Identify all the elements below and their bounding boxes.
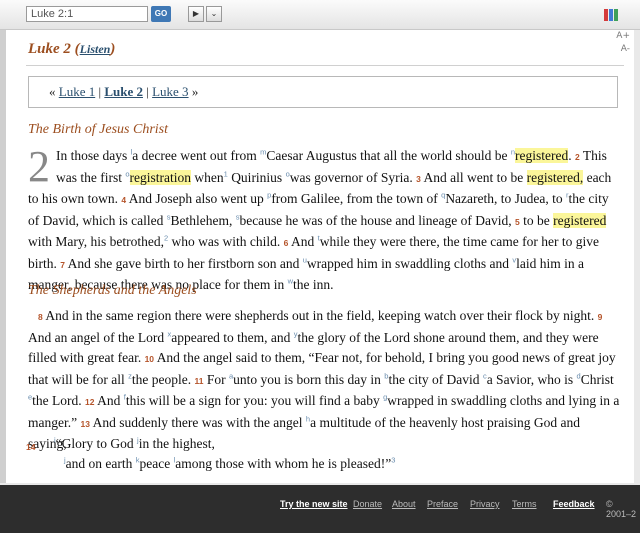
chapter-navigation: « Luke 1 | Luke 2 | Luke 3 » xyxy=(28,76,618,108)
passage-title-text: Luke 2 xyxy=(28,41,71,57)
scripture-text: » xyxy=(191,84,199,99)
search-highlight: registration xyxy=(129,169,192,185)
verse-number: 12 xyxy=(85,397,95,407)
scripture-text: For xyxy=(206,371,229,387)
paragraph-1: 2 In those days la decree went out from … xyxy=(28,142,620,296)
scripture-text: because he was of the house and lineage … xyxy=(239,212,512,228)
footer-link-preface[interactable]: Preface xyxy=(427,499,458,509)
footer-link-about[interactable]: About xyxy=(392,499,416,509)
verse-number: 5 xyxy=(514,216,520,227)
poem-verse-14: 14 i“Glory to God jin the highest, jand … xyxy=(26,434,620,474)
scripture-text: “Glory to God xyxy=(55,436,138,451)
scripture-text: Nazareth, to Judea, to xyxy=(445,191,567,206)
scripture-text: Caesar Augustus that all the world shoul… xyxy=(266,148,511,163)
search-highlight: registered xyxy=(515,148,569,163)
scripture-text: And Joseph also went up xyxy=(128,191,268,206)
scripture-text: Bethlehem, xyxy=(170,212,236,228)
verse-number: 3 xyxy=(416,173,421,184)
divider xyxy=(26,65,624,66)
scripture-text: who was with child. xyxy=(168,234,281,249)
scripture-text: And suddenly there was with the angel xyxy=(92,414,306,430)
scripture-text: in the highest, xyxy=(138,436,215,451)
verse-number: 8 xyxy=(38,312,43,322)
listen-link[interactable]: Listen xyxy=(80,42,111,56)
paragraph-2: 8 And in the same region there were shep… xyxy=(28,306,620,455)
current-chapter-link[interactable]: Luke 2 xyxy=(104,84,143,99)
chevron-down-icon[interactable]: ⌄ xyxy=(206,6,222,22)
scripture-text: the Lord. xyxy=(32,393,82,408)
play-icon[interactable]: ▶ xyxy=(188,6,204,22)
section-heading-shepherds: The Shepherds and the Angels xyxy=(28,283,197,298)
scripture-text: with Mary, his betrothed, xyxy=(28,234,164,249)
next-chapter-link[interactable]: Luke 3 xyxy=(152,84,188,99)
scripture-text: . xyxy=(568,148,572,163)
scripture-text: And xyxy=(97,393,124,408)
verse-number: 13 xyxy=(80,418,90,429)
scripture-text: the inn. xyxy=(293,277,334,292)
scripture-text: Quirinius xyxy=(227,169,286,185)
scripture-text: among those with whom he is pleased!” xyxy=(175,456,392,471)
scripture-text: wrapped him in swaddling cloths and xyxy=(306,255,513,271)
bookmark-flags-icon[interactable] xyxy=(604,8,619,22)
verse-number: 7 xyxy=(60,259,65,270)
chapter-number: 2 xyxy=(28,142,50,191)
scripture-text: And an angel of the Lord xyxy=(28,329,168,345)
scripture-text: from Galilee, from the town of xyxy=(271,191,442,206)
footer-link-terms[interactable]: Terms xyxy=(512,499,537,509)
prev-chapter-link[interactable]: Luke 1 xyxy=(59,84,95,99)
scripture-text: to be xyxy=(523,212,554,228)
toolbar: GO ▶ ⌄ xyxy=(0,0,640,30)
scripture-text: a decree went out from xyxy=(132,148,261,163)
passage-content: A+ A- Luke 2 (Listen) « Luke 1 | Luke 2 … xyxy=(6,30,634,483)
scripture-text: the city of David xyxy=(388,371,483,387)
go-button[interactable]: GO xyxy=(151,6,171,22)
verse-number: 2 xyxy=(575,152,580,162)
scripture-text: And in the same region there were shephe… xyxy=(45,308,595,323)
search-highlight: registered, xyxy=(526,169,584,185)
scripture-text: unto you is born this day in xyxy=(233,371,385,387)
footer-link-feedback[interactable]: Feedback xyxy=(553,499,595,509)
verse-number: 4 xyxy=(121,195,127,205)
footer-link-new-site[interactable]: Try the new site xyxy=(280,499,348,509)
section-heading-birth: The Birth of Jesus Christ xyxy=(28,122,169,137)
scripture-text: And she gave birth to her firstborn son … xyxy=(67,255,303,271)
scripture-text: And xyxy=(291,234,318,249)
scripture-text: Christ xyxy=(580,371,614,387)
scripture-text: | xyxy=(98,84,102,99)
scripture-text: was governor of Syria. xyxy=(289,169,413,185)
scripture-text: this will be a sign for you: you will fi… xyxy=(125,393,384,408)
scripture-text: « xyxy=(49,84,56,99)
scripture-text: | xyxy=(146,84,149,99)
search-highlight: registered xyxy=(553,212,607,228)
scripture-text: peace xyxy=(139,456,174,471)
scripture-text: And all went to be xyxy=(423,169,527,185)
footnote-marker[interactable]: o xyxy=(125,169,129,178)
copyright-text: © 2001–2 xyxy=(606,499,637,519)
passage-title: Luke 2 (Listen) xyxy=(28,41,116,57)
footer-link-privacy[interactable]: Privacy xyxy=(470,499,500,509)
footer-link-donate[interactable]: Donate xyxy=(353,499,382,509)
scripture-text: the people. xyxy=(131,371,192,387)
passage-search-input[interactable] xyxy=(26,6,148,22)
font-decrease-button[interactable]: A- xyxy=(621,44,630,54)
scripture-text: and on earth xyxy=(65,456,136,471)
verse-number: 14 xyxy=(26,442,36,452)
verse-number: 11 xyxy=(194,375,204,386)
verse-number: 9 xyxy=(597,312,603,322)
verse-number: 6 xyxy=(283,238,289,248)
scripture-text: when xyxy=(191,169,224,185)
footnote-marker[interactable]: 3 xyxy=(391,456,395,465)
font-increase-button[interactable]: A+ xyxy=(616,31,630,41)
footer: Try the new site Donate About Preface Pr… xyxy=(0,485,640,533)
scripture-text: In those days xyxy=(56,148,131,163)
verse-number: 10 xyxy=(144,354,155,364)
scripture-text: a Savior, who is xyxy=(486,371,577,387)
scripture-text: appeared to them, and xyxy=(171,329,294,345)
